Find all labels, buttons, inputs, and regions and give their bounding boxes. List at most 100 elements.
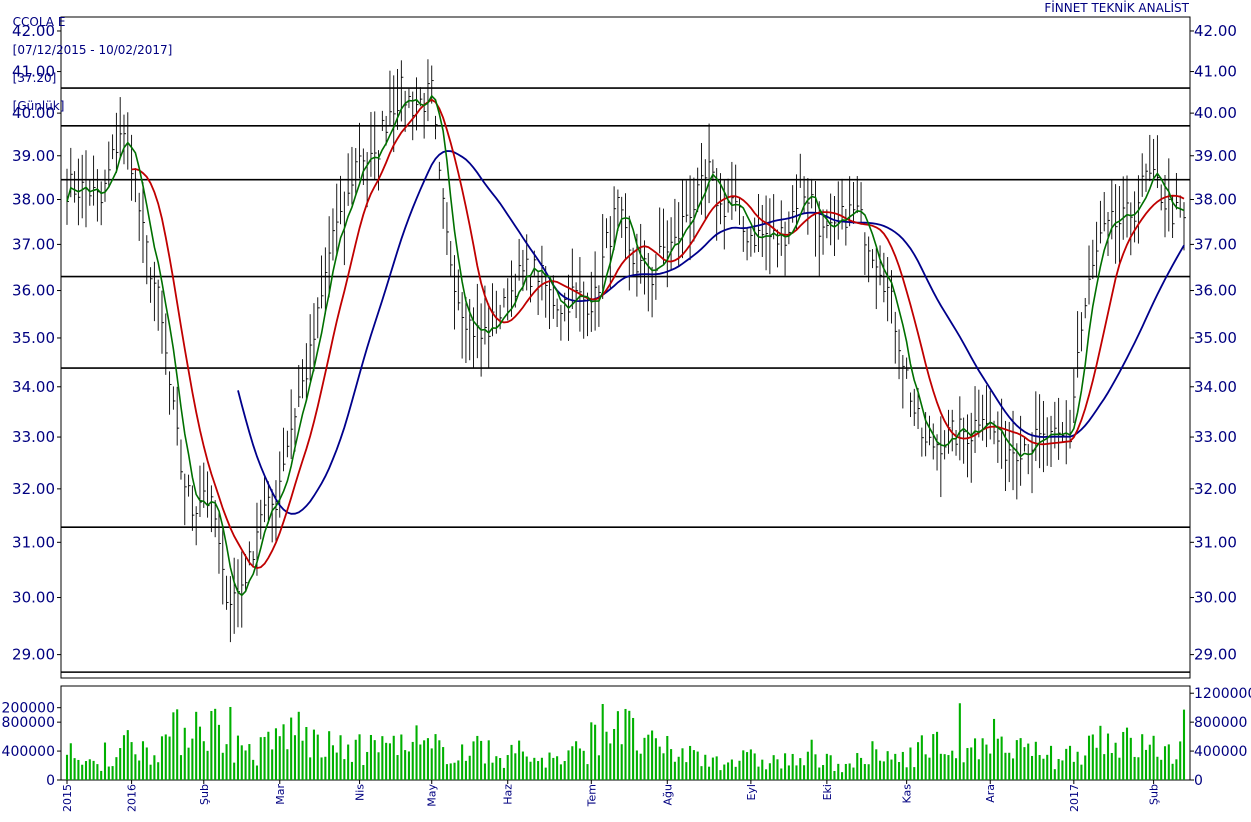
y-tick-label-right: 29.00 — [1194, 646, 1237, 664]
volume-bar — [1133, 756, 1136, 780]
volume-bar — [730, 759, 733, 780]
volume-bar — [780, 768, 783, 780]
brand-label: FİNNET TEKNİK ANALİST — [1044, 1, 1189, 15]
ticker: CCOLA E — [12, 15, 66, 29]
volume-bar — [141, 741, 145, 780]
volume-bar — [803, 765, 806, 780]
volume-bar — [894, 753, 897, 780]
volume-bar — [388, 743, 391, 780]
volume-bar — [491, 762, 494, 780]
y-tick-label-right: 38.00 — [1194, 190, 1237, 208]
volume-bar — [1156, 756, 1159, 780]
volume-bar — [799, 758, 802, 780]
volume-bar — [145, 747, 148, 780]
volume-bar — [1087, 735, 1091, 780]
volume-bar — [263, 736, 266, 780]
volume-bar — [635, 750, 638, 780]
volume-bar — [369, 734, 372, 780]
x-tick-label: Eki — [821, 784, 834, 800]
volume-bar — [970, 747, 973, 780]
volume-bar — [1175, 759, 1178, 780]
volume-bar — [871, 741, 874, 780]
volume-bar — [601, 703, 604, 780]
x-tick-label: Şub — [198, 784, 211, 805]
volume-bar — [1152, 735, 1155, 780]
volume-bar — [917, 742, 920, 780]
volume-bar — [696, 751, 699, 780]
volume-bar — [578, 748, 581, 780]
volume-bar — [430, 748, 433, 780]
volume-bar — [286, 749, 289, 780]
y-tick-label: 39.00 — [12, 147, 55, 165]
y-tick-label-right: 36.00 — [1194, 282, 1237, 300]
y-tick-label: 35.00 — [12, 329, 55, 347]
y-tick-label: 29.00 — [12, 646, 55, 664]
price-volume-chart: 42.00 42.0041.00 41.0040.00 40.0039.00 39.00… — [2, 16, 1251, 812]
volume-bar — [951, 750, 954, 780]
volume-bar — [913, 767, 916, 780]
volume-bar — [723, 764, 726, 780]
x-tick-label: Eyl — [745, 784, 758, 801]
volume-bar — [1179, 741, 1182, 780]
volume-bar — [666, 735, 669, 780]
volume-bar — [1076, 751, 1079, 780]
volume-bar — [1148, 744, 1151, 780]
volume-bar — [297, 711, 300, 780]
volume-bar — [681, 748, 684, 780]
volume-bar — [426, 738, 429, 780]
volume-bar — [453, 762, 456, 780]
y-tick-label-right: 30.00 — [1194, 589, 1237, 607]
volume-bar — [1038, 755, 1041, 780]
volume-bar — [354, 739, 357, 780]
volume-bar — [461, 744, 464, 780]
volume-bar — [1068, 745, 1072, 780]
x-tick-label: Ağu — [661, 784, 674, 805]
x-tick-label: May — [426, 784, 439, 807]
volume-bar — [84, 761, 88, 780]
volume-bar — [977, 759, 980, 780]
volume-bar — [1072, 761, 1075, 780]
vol-tick-label: 400000 — [2, 744, 55, 760]
volume-bar — [704, 754, 707, 780]
volume-bar — [1030, 755, 1034, 780]
volume-bar — [77, 759, 80, 780]
volume-bar — [73, 758, 76, 780]
volume-bar — [1023, 747, 1026, 780]
volume-bar — [594, 724, 597, 780]
volume-bar — [863, 764, 866, 780]
volume-bar — [434, 734, 437, 780]
volume-bar — [689, 745, 692, 780]
y-tick-label-right: 39.00 — [1194, 147, 1237, 165]
volume-bar — [776, 759, 779, 780]
volume-bar — [1011, 758, 1015, 780]
volume-bar — [692, 750, 695, 780]
volume-bar — [69, 743, 72, 780]
volume-bar — [673, 761, 676, 780]
volume-bar — [404, 750, 407, 780]
volume-bar — [134, 754, 137, 780]
volume-bar — [932, 734, 935, 780]
volume-bar — [65, 754, 69, 780]
volume-bar — [833, 770, 836, 780]
volume-bar — [160, 736, 164, 780]
volume-bar — [419, 744, 422, 780]
volume-bar — [350, 761, 353, 780]
x-tick-label: Kas — [901, 784, 914, 804]
volume-bar — [734, 766, 737, 780]
volume-bar — [187, 747, 190, 780]
volume-bar — [886, 751, 889, 780]
volume-bar — [1163, 746, 1167, 780]
volume-bar — [217, 724, 221, 780]
volume-bar — [958, 703, 961, 780]
volume-bar — [548, 752, 551, 780]
volume-bar — [590, 722, 593, 780]
volume-bar — [324, 756, 327, 780]
chart-header: CCOLA E [07/12/2015 - 10/02/2017] [37.20… — [5, 1, 173, 113]
volume-bar — [115, 757, 118, 780]
volume-bar — [1049, 745, 1053, 780]
volume-bar — [149, 764, 152, 780]
volume-bar — [856, 753, 859, 780]
x-tick-label: Tem — [585, 784, 598, 807]
volume-bar — [407, 751, 410, 780]
volume-bar — [643, 737, 646, 780]
